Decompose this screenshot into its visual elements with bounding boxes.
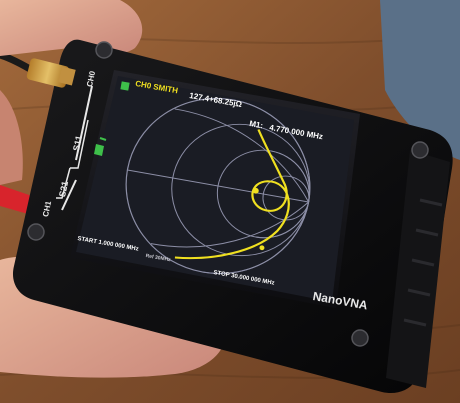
photo-scene: CH0 SMITH 127.4+68.25jΩ M1: 4.770 000 MH… xyxy=(0,0,460,403)
scene-graphics xyxy=(0,0,460,403)
screw-top-right xyxy=(411,141,429,159)
battery-icon xyxy=(120,81,130,91)
screw-bottom-left xyxy=(27,223,45,241)
screw-top-left xyxy=(95,41,113,59)
screw-bottom-right xyxy=(351,329,369,347)
